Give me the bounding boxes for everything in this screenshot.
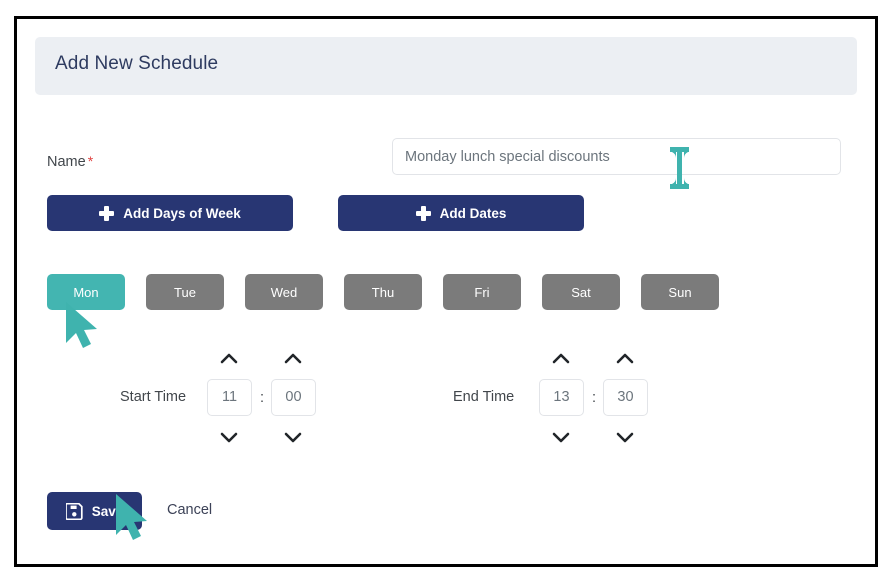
add-days-of-week-button[interactable]: Add Days of Week — [47, 195, 293, 231]
start-hours-input[interactable]: 11 — [207, 379, 252, 416]
start-minutes-input[interactable]: 00 — [271, 379, 316, 416]
card-header: Add New Schedule — [35, 37, 857, 95]
day-chip-sun[interactable]: Sun — [641, 274, 719, 310]
start-hours-decrement-chevron-down-icon[interactable] — [218, 430, 240, 444]
required-asterisk: * — [87, 153, 94, 169]
plus-icon — [415, 205, 431, 221]
name-input[interactable] — [392, 138, 841, 175]
day-chip-mon[interactable]: Mon — [47, 274, 125, 310]
start-time-label: Start Time — [120, 389, 187, 405]
floppy-disk-icon — [65, 502, 83, 520]
end-minutes-increment-chevron-up-icon[interactable] — [614, 351, 636, 365]
end-time-separator: : — [592, 390, 597, 406]
add-days-of-week-label: Add Days of Week — [123, 205, 241, 221]
start-time-separator: : — [260, 390, 265, 406]
screenshot-root: Add New Schedule Name * Monday lunch spe… — [0, 0, 893, 583]
schedule-form-panel: Add New Schedule Name * Monday lunch spe… — [17, 19, 875, 564]
day-chip-wed[interactable]: Wed — [245, 274, 323, 310]
day-chip-thu[interactable]: Thu — [344, 274, 422, 310]
end-minutes-decrement-chevron-down-icon[interactable] — [614, 430, 636, 444]
save-button[interactable]: Save — [47, 492, 142, 530]
day-chip-sat[interactable]: Sat — [542, 274, 620, 310]
name-label-text: Name — [47, 154, 86, 170]
start-minutes-increment-chevron-up-icon[interactable] — [282, 351, 304, 365]
save-button-label: Save — [91, 503, 124, 519]
end-hours-input[interactable]: 13 — [539, 379, 584, 416]
end-hours-decrement-chevron-down-icon[interactable] — [550, 430, 572, 444]
add-dates-button[interactable]: Add Dates — [338, 195, 584, 231]
end-minutes-input[interactable]: 30 — [603, 379, 648, 416]
name-label: Name * — [47, 153, 93, 170]
end-hours-increment-chevron-up-icon[interactable] — [550, 351, 572, 365]
cancel-button[interactable]: Cancel — [167, 502, 212, 518]
start-minutes-decrement-chevron-down-icon[interactable] — [282, 430, 304, 444]
plus-icon — [99, 205, 115, 221]
end-time-label: End Time — [453, 389, 515, 405]
day-chip-tue[interactable]: Tue — [146, 274, 224, 310]
page-title: Add New Schedule — [55, 53, 219, 74]
start-hours-increment-chevron-up-icon[interactable] — [218, 351, 240, 365]
day-chip-fri[interactable]: Fri — [443, 274, 521, 310]
add-dates-label: Add Dates — [439, 205, 507, 221]
window-frame: Add New Schedule Name * Monday lunch spe… — [14, 16, 878, 567]
